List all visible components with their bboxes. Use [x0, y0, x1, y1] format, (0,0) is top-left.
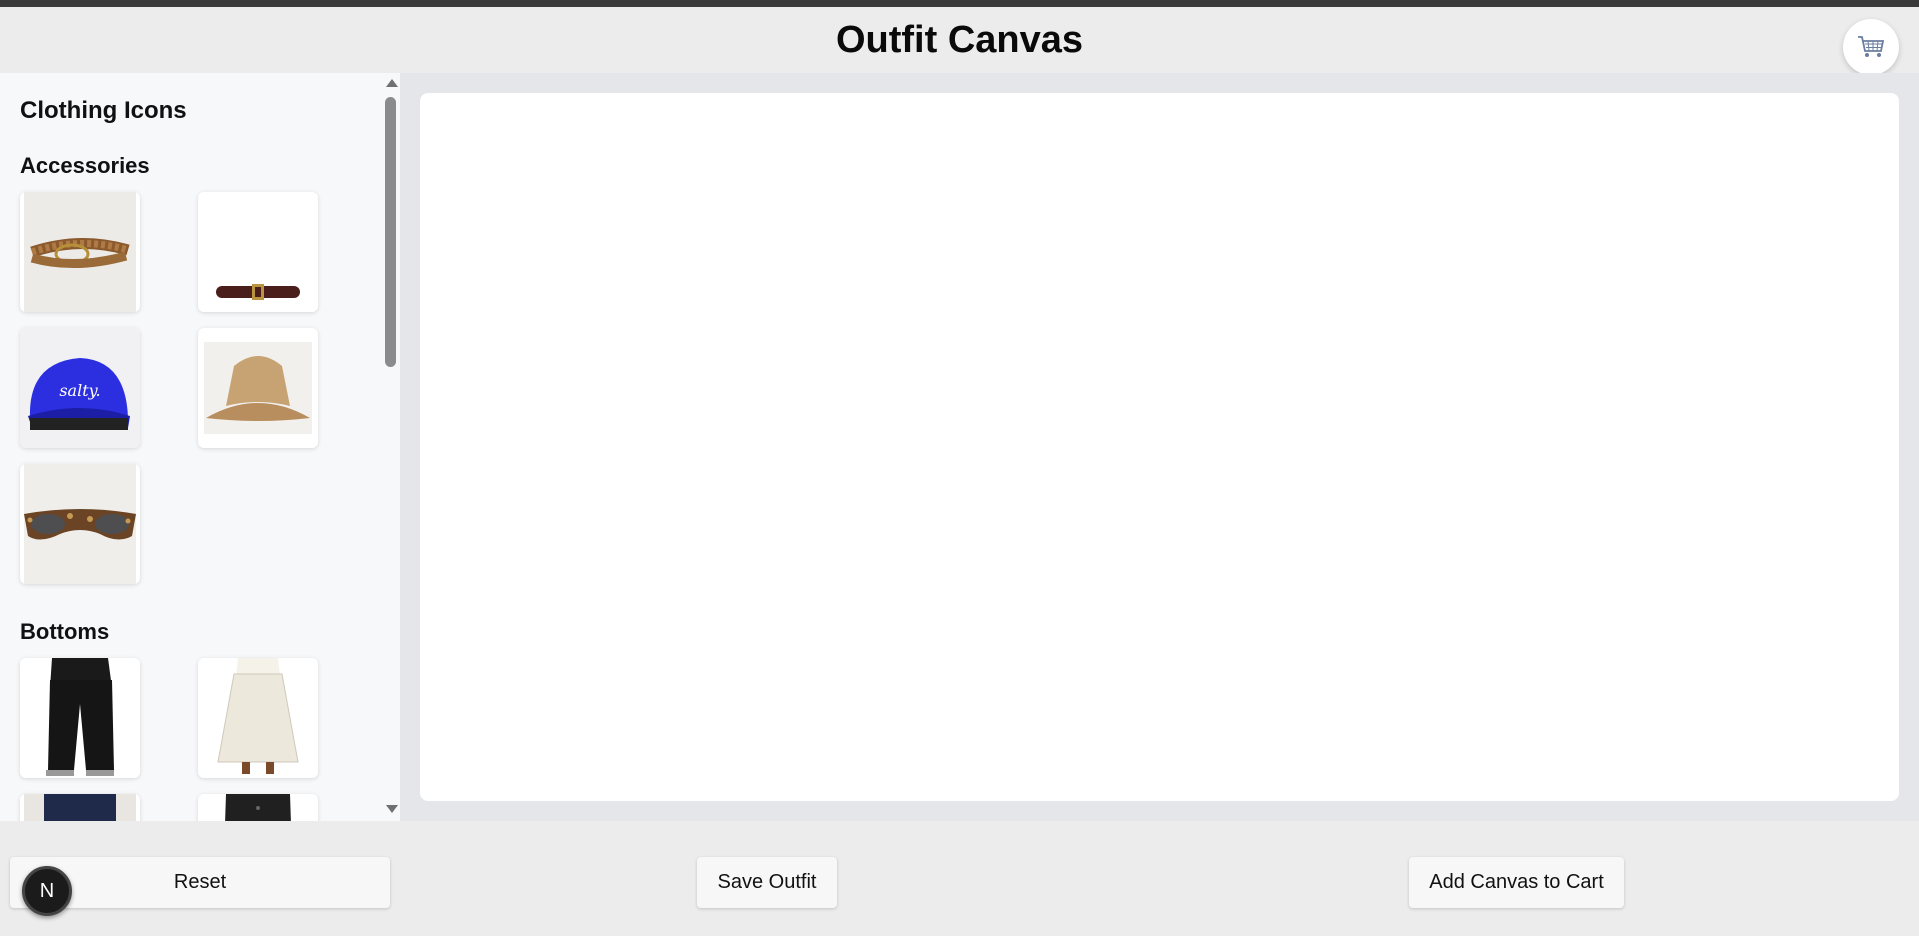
- item-braided-belt[interactable]: [20, 192, 140, 312]
- sidebar-scroll-area[interactable]: Clothing Icons Accessories salty. Bottom…: [0, 73, 380, 821]
- window-top-bar: [0, 0, 1919, 7]
- dark-belt-icon: [198, 192, 318, 312]
- canvas-area: [400, 73, 1919, 821]
- blue-cap-icon: salty.: [20, 328, 140, 448]
- item-sunglasses[interactable]: [20, 464, 140, 584]
- clothing-sidebar: Clothing Icons Accessories salty. Bottom…: [0, 73, 400, 821]
- header: Outfit Canvas: [0, 7, 1919, 75]
- item-black-skirt[interactable]: [198, 794, 318, 821]
- nextjs-badge[interactable]: N: [22, 866, 72, 916]
- scroll-up-arrow-icon[interactable]: [386, 79, 398, 87]
- scrollbar-thumb[interactable]: [385, 97, 396, 367]
- save-outfit-button[interactable]: Save Outfit: [697, 857, 837, 908]
- black-pants-icon: [20, 658, 140, 778]
- sidebar-scrollbar[interactable]: [382, 73, 400, 821]
- scroll-down-arrow-icon[interactable]: [386, 805, 398, 813]
- section-title-bottoms: Bottoms: [20, 619, 110, 644]
- item-white-skirt[interactable]: [198, 658, 318, 778]
- white-skirt-icon: [198, 658, 318, 778]
- braided-belt-icon: [24, 192, 136, 312]
- item-blue-cap[interactable]: salty.: [20, 328, 140, 448]
- add-canvas-to-cart-button[interactable]: Add Canvas to Cart: [1409, 857, 1624, 908]
- item-black-pants[interactable]: [20, 658, 140, 778]
- page-title: Outfit Canvas: [835, 19, 1084, 61]
- cart-button[interactable]: [1843, 19, 1899, 75]
- item-jeans[interactable]: [20, 794, 140, 821]
- sunglasses-icon: [24, 464, 136, 584]
- section-title-accessories: Accessories: [20, 153, 150, 178]
- sidebar-title: Clothing Icons: [20, 97, 187, 124]
- black-skirt-icon: [198, 794, 318, 821]
- item-straw-hat[interactable]: [198, 328, 318, 448]
- jeans-icon: [24, 794, 136, 821]
- cart-icon: [1858, 36, 1885, 57]
- cap-logo-text: salty.: [59, 381, 100, 400]
- item-dark-belt[interactable]: [198, 192, 318, 312]
- straw-hat-icon: [204, 342, 312, 434]
- outfit-canvas[interactable]: [420, 93, 1899, 801]
